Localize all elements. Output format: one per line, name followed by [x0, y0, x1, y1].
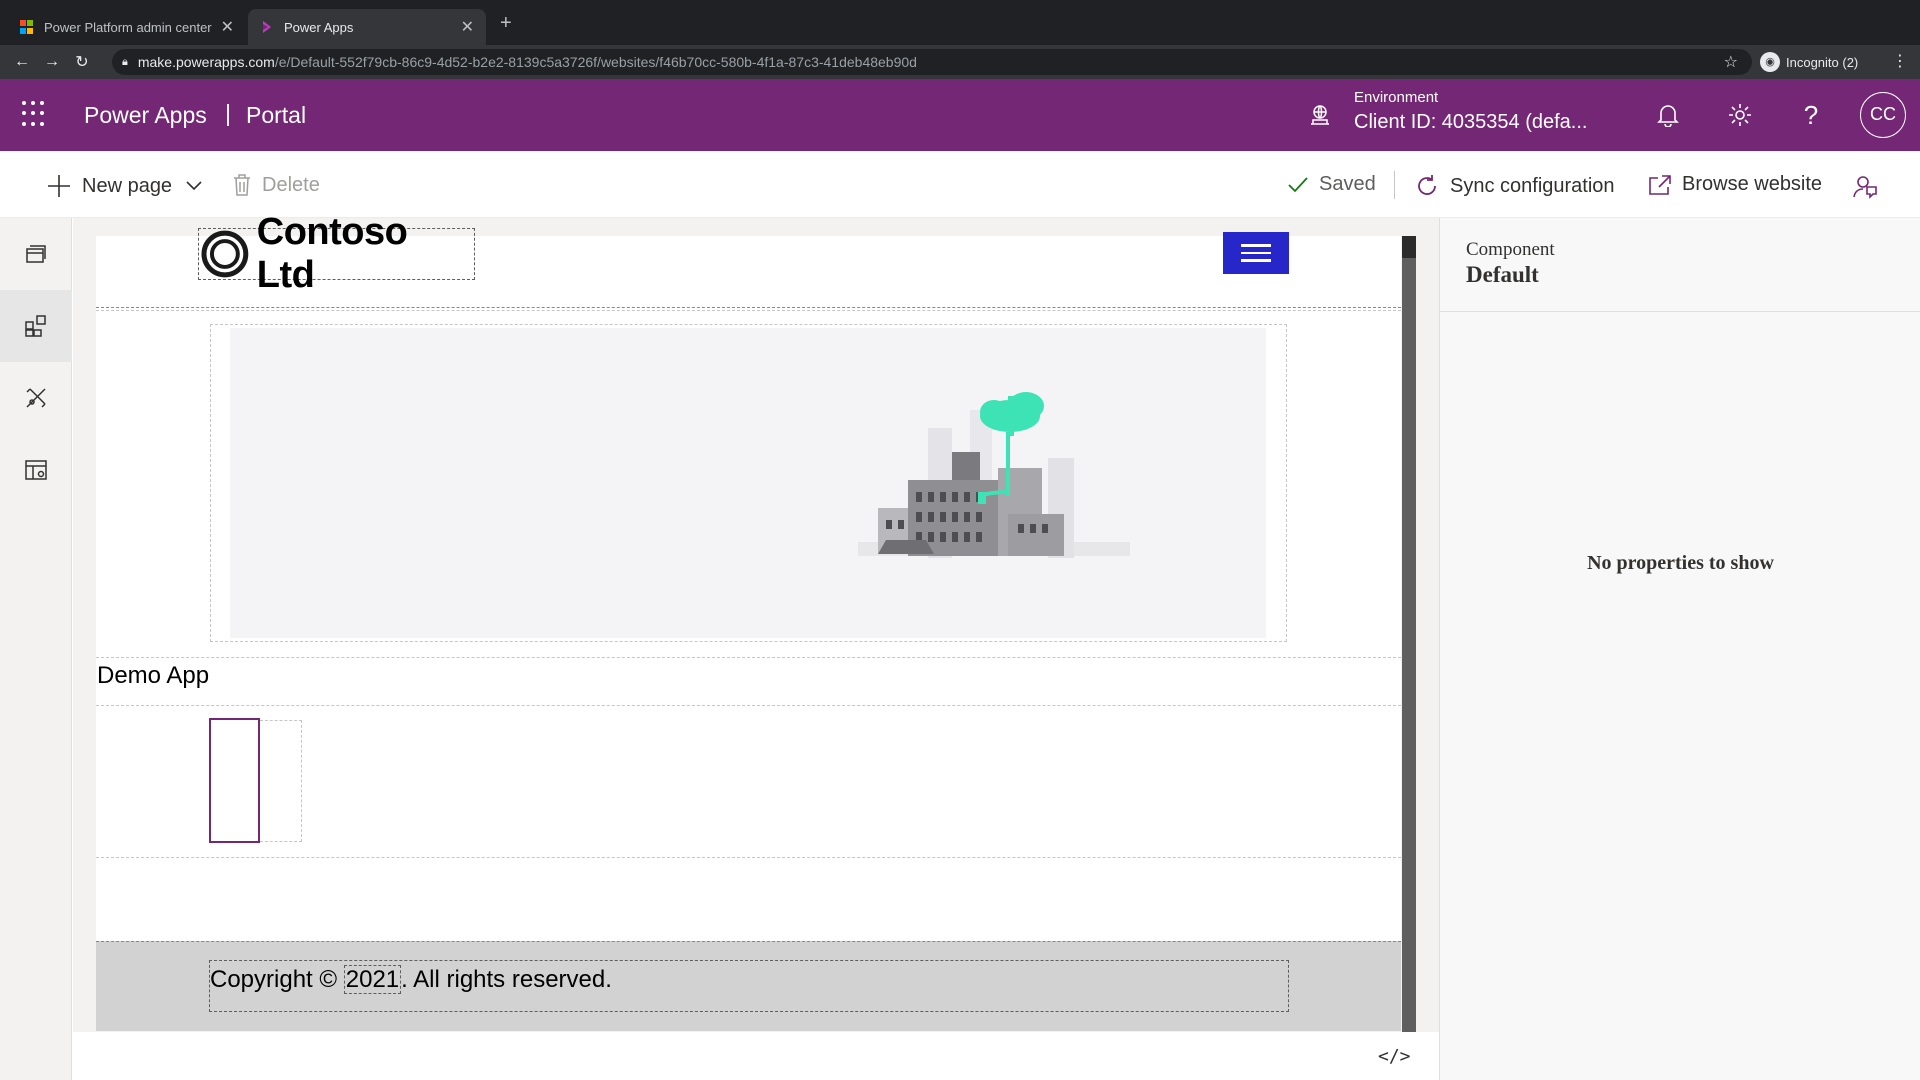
environment-label: Environment — [1354, 89, 1439, 106]
back-icon[interactable]: ← — [8, 53, 36, 71]
section-divider — [96, 857, 1401, 858]
chevron-down-icon[interactable] — [186, 181, 202, 191]
browser-tab-strip: Power Platform admin center ✕ Power Apps… — [0, 0, 1920, 45]
browser-toolbar: ← → ↻ 🔒︎ make.powerapps.com /e/Default-5… — [0, 45, 1920, 79]
app-name[interactable]: Power Apps — [84, 102, 207, 129]
profile-label: Incognito (2) — [1786, 54, 1859, 70]
bookmark-star-icon[interactable]: ☆ — [1724, 52, 1738, 72]
section-name: Portal — [246, 102, 307, 128]
help-icon[interactable]: ? — [1797, 100, 1825, 130]
saved-status: Saved — [1287, 173, 1376, 196]
microsoft-logo-icon — [20, 20, 34, 34]
url-host: make.powerapps.com — [137, 54, 275, 70]
url-path: /e/Default-552f79cb-86c9-4d52-b2e2-8139c… — [274, 54, 917, 70]
properties-pane: Component Default No properties to show — [1439, 218, 1920, 1080]
city-cloud-illustration — [858, 392, 1130, 558]
themes-icon[interactable] — [0, 362, 72, 434]
canvas-scrollbar[interactable] — [1402, 236, 1416, 1032]
plus-icon — [46, 173, 72, 199]
feedback-button[interactable] — [1852, 173, 1878, 199]
no-properties-message: No properties to show — [1587, 552, 1774, 574]
delete-label: Delete — [262, 173, 320, 196]
app-header: Power Apps | Portal Environment Client I… — [0, 79, 1920, 151]
command-divider — [1394, 171, 1395, 199]
sync-label: Sync configuration — [1450, 174, 1615, 197]
notifications-bell-icon[interactable] — [1654, 101, 1682, 129]
lock-icon: 🔒︎ — [122, 55, 128, 68]
environment-icon — [1311, 105, 1329, 125]
contoso-logo-icon — [201, 230, 249, 278]
site-logo-text: Contoso Ltd — [256, 211, 408, 296]
new-tab-icon[interactable]: + — [500, 12, 512, 35]
open-external-icon — [1648, 174, 1672, 196]
empty-column-placeholder[interactable] — [260, 720, 302, 842]
saved-label: Saved — [1319, 173, 1376, 195]
browser-menu-icon[interactable]: ⋮ — [1892, 51, 1908, 71]
browse-website-button[interactable]: Browse website — [1648, 173, 1822, 196]
user-avatar[interactable]: CC — [1860, 92, 1906, 138]
feedback-icon — [1852, 173, 1878, 199]
incognito-icon: ◉ — [1760, 52, 1780, 72]
section-divider — [96, 310, 1401, 311]
site-logo[interactable]: Contoso Ltd — [198, 211, 475, 296]
footer-copyright: Copyright © 2021. All rights reserved. — [210, 965, 612, 994]
selected-column-component[interactable] — [209, 718, 260, 843]
power-apps-logo-icon — [263, 21, 271, 33]
address-bar[interactable]: 🔒︎ make.powerapps.com /e/Default-552f79c… — [112, 49, 1752, 75]
tab-title: Power Apps — [284, 19, 354, 35]
new-page-label: New page — [82, 174, 173, 197]
properties-value: Default — [1466, 262, 1539, 287]
command-bar: New page Delete Saved Sync configuration… — [0, 151, 1920, 218]
environment-selector[interactable]: Client ID: 4035354 (defa... — [1354, 111, 1587, 134]
code-editor-toggle-icon[interactable]: </> — [1378, 1046, 1411, 1067]
browser-tab-admin-center[interactable]: Power Platform admin center ✕ — [8, 9, 246, 45]
properties-header: Component Default — [1440, 218, 1920, 312]
sync-icon — [1414, 173, 1440, 199]
forward-icon[interactable]: → — [38, 53, 66, 71]
checkmark-icon — [1287, 176, 1309, 194]
canvas-scrollbar-thumb[interactable] — [1402, 236, 1416, 258]
close-tab-icon[interactable]: ✕ — [221, 17, 234, 37]
close-tab-icon[interactable]: ✕ — [461, 17, 474, 37]
section-title[interactable]: Demo App — [97, 662, 209, 690]
hamburger-menu-icon[interactable] — [1223, 232, 1289, 274]
app-launcher-icon[interactable] — [22, 101, 48, 127]
footer-suffix: . All rights reserved. — [401, 966, 612, 993]
templates-icon[interactable] — [0, 434, 72, 506]
section-divider — [96, 705, 1401, 706]
properties-label: Component — [1466, 239, 1555, 260]
footer-year[interactable]: 2021 — [343, 965, 402, 994]
reload-icon[interactable]: ↻ — [68, 52, 96, 72]
footer-prefix: Copyright © — [210, 966, 338, 993]
incognito-profile[interactable]: ◉ Incognito (2) — [1760, 52, 1858, 72]
tab-title: Power Platform admin center — [44, 19, 212, 35]
new-page-button[interactable]: New page — [46, 173, 202, 199]
browser-tab-power-apps[interactable]: Power Apps ✕ — [248, 9, 486, 45]
delete-button[interactable]: Delete — [232, 173, 320, 197]
header-separator: | — [225, 100, 231, 126]
pages-icon[interactable] — [0, 218, 72, 290]
components-icon[interactable] — [0, 290, 72, 362]
trash-icon — [232, 173, 252, 197]
section-divider — [96, 657, 1401, 658]
settings-gear-icon[interactable] — [1726, 101, 1754, 129]
left-nav-rail — [0, 218, 72, 1080]
sync-configuration-button[interactable]: Sync configuration — [1414, 173, 1615, 199]
browse-label: Browse website — [1682, 173, 1823, 195]
